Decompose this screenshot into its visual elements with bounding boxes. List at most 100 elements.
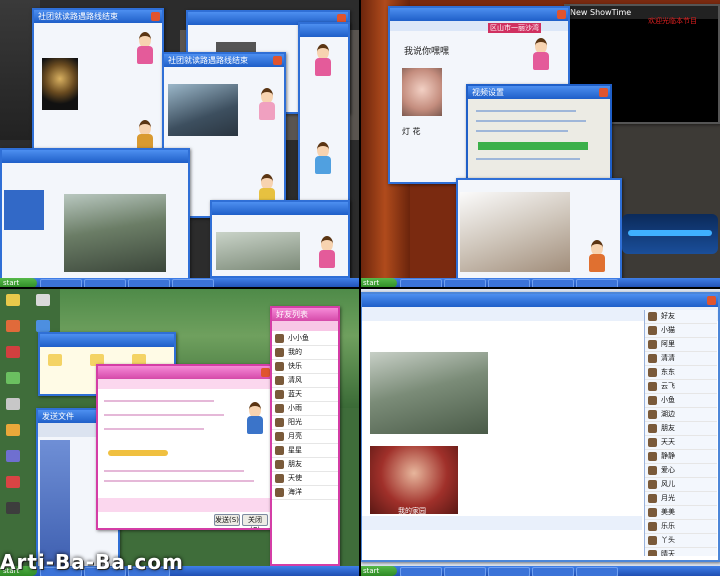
taskbar: start — [360, 566, 720, 576]
list-item[interactable]: 朋友 — [272, 458, 338, 472]
list-item[interactable]: 星星 — [272, 444, 338, 458]
list-item[interactable]: 爱心 — [645, 464, 717, 478]
desktop-icon[interactable] — [6, 476, 20, 488]
chat-window-6[interactable] — [210, 200, 350, 278]
buddy-list: 小小鱼 我的 快乐 清风 蓝天 小雨 阳光 月亮 星星 朋友 天使 海洋 — [272, 332, 338, 500]
list-item[interactable]: 静静 — [645, 450, 717, 464]
close-button[interactable]: 关闭(C) — [242, 514, 268, 528]
desktop-icon[interactable] — [36, 320, 50, 332]
taskbar-item[interactable] — [444, 567, 486, 576]
taskbar-item[interactable] — [532, 567, 574, 576]
kungfu-photo — [168, 84, 238, 136]
member-list: 好友 小猫 阿里 清清 东东 云飞 小鱼 湖边 朋友 天天 静静 爱心 风儿 月… — [644, 310, 717, 556]
close-icon[interactable] — [151, 12, 160, 21]
chat-window-6-titlebar[interactable] — [212, 202, 348, 215]
close-icon[interactable] — [707, 296, 716, 305]
list-item[interactable]: 丫头 — [645, 534, 717, 548]
desktop-icon[interactable] — [6, 424, 20, 436]
list-item[interactable]: 月光 — [645, 492, 717, 506]
quadrant-bottom-left: 发送文件 发送(S) 关闭(C) 好友列表 小小鱼 我的 快乐 清风 蓝天 小雨… — [0, 288, 360, 576]
list-item[interactable]: 晴天 — [645, 548, 717, 556]
list-item[interactable]: 小鱼 — [645, 394, 717, 408]
list-item[interactable]: 阿里 — [645, 338, 717, 352]
skull-avatar-image — [42, 58, 78, 110]
quadrant-divider — [0, 287, 720, 289]
chat-window-5-titlebar[interactable] — [2, 150, 188, 163]
chat-window-1[interactable]: 社团就读路遇路线结束 — [32, 8, 164, 164]
list-item[interactable]: 天使 — [272, 472, 338, 486]
chat-small-text: 灯 花 — [402, 127, 421, 136]
desktop-icon[interactable] — [6, 320, 20, 332]
list-item[interactable]: 海洋 — [272, 486, 338, 500]
list-item[interactable]: 云飞 — [645, 380, 717, 394]
buddy-list-titlebar[interactable]: 好友列表 — [272, 308, 338, 321]
doll-avatar — [312, 142, 334, 176]
doll-avatar — [316, 236, 338, 270]
desktop-icon[interactable] — [36, 294, 50, 306]
list-item[interactable]: 风儿 — [645, 478, 717, 492]
list-item[interactable]: 小猫 — [645, 324, 717, 338]
list-item[interactable]: 乐乐 — [645, 520, 717, 534]
doll-avatar — [530, 38, 552, 72]
watermark-logo: Arti-Ba-Ba.com — [0, 550, 184, 574]
buddy-list-window[interactable]: 好友列表 小小鱼 我的 快乐 清风 蓝天 小雨 阳光 月亮 星星 朋友 天使 海… — [270, 306, 340, 566]
chat-window-3-title: 社团就读路遇路线结束 — [168, 56, 248, 65]
desktop-icon[interactable] — [6, 398, 20, 410]
settings-dialog-title: 视频设置 — [472, 88, 504, 97]
chat-window-5[interactable] — [0, 148, 190, 280]
group-chat-titlebar[interactable] — [362, 294, 718, 307]
video-window-lower[interactable] — [456, 178, 622, 280]
list-item[interactable]: 好友 — [645, 310, 717, 324]
taskbar-item[interactable] — [576, 567, 618, 576]
list-item[interactable]: 湖边 — [645, 408, 717, 422]
explorer-titlebar[interactable] — [40, 334, 174, 347]
chat-window-4-titlebar[interactable] — [300, 24, 348, 37]
desktop-icon[interactable] — [6, 502, 20, 514]
close-icon[interactable] — [557, 10, 566, 19]
list-item[interactable]: 蓝天 — [272, 388, 338, 402]
emoticon-row[interactable] — [108, 450, 168, 456]
list-item[interactable]: 快乐 — [272, 360, 338, 374]
list-item[interactable]: 东东 — [645, 366, 717, 380]
list-item[interactable]: 小小鱼 — [272, 332, 338, 346]
baby-photo — [402, 68, 442, 116]
media-player[interactable] — [622, 214, 718, 254]
desktop-icon[interactable] — [6, 294, 20, 306]
list-item[interactable]: 月亮 — [272, 430, 338, 444]
portrait-photo — [370, 446, 458, 514]
settings-dialog-titlebar[interactable]: 视频设置 — [468, 86, 610, 99]
taskbar-item[interactable] — [488, 567, 530, 576]
doll-avatar — [256, 88, 278, 122]
list-item[interactable]: 美美 — [645, 506, 717, 520]
kungfu-photo — [216, 232, 300, 270]
desktop-icon[interactable] — [6, 372, 20, 384]
file-transfer-title: 发送文件 — [42, 412, 74, 421]
pink-chat-titlebar[interactable] — [98, 366, 272, 379]
video-feed — [460, 192, 570, 272]
list-item[interactable]: 朋友 — [645, 422, 717, 436]
desktop-icon[interactable] — [6, 346, 20, 358]
taskbar-item[interactable] — [400, 567, 442, 576]
doll-avatar — [586, 240, 608, 274]
start-button[interactable]: start — [360, 566, 397, 576]
list-item[interactable]: 清风 — [272, 374, 338, 388]
group-chat-window[interactable]: 我的家园 好友 小猫 阿里 清清 东东 云飞 小鱼 湖边 朋友 天天 静静 爱心… — [360, 292, 720, 562]
list-item[interactable]: 小雨 — [272, 402, 338, 416]
close-icon[interactable] — [273, 56, 282, 65]
desktop-icon[interactable] — [6, 450, 20, 462]
list-item[interactable]: 我的 — [272, 346, 338, 360]
showtime-title: New ShowTime — [570, 8, 632, 17]
chat-window-3-titlebar[interactable]: 社团就读路遇路线结束 — [164, 54, 284, 67]
close-icon[interactable] — [261, 368, 270, 377]
list-item[interactable]: 天天 — [645, 436, 717, 450]
chat-header-text: 区山市一丽沙湾 — [488, 23, 541, 33]
list-item[interactable]: 清清 — [645, 352, 717, 366]
seek-bar[interactable] — [628, 230, 712, 236]
send-button[interactable]: 发送(S) — [214, 514, 240, 526]
list-item[interactable]: 阳光 — [272, 416, 338, 430]
video-chat-titlebar[interactable] — [390, 8, 568, 21]
chat-window-1-titlebar[interactable]: 社团就读路遇路线结束 — [34, 10, 162, 23]
chat-message: 我说你嘿嘿 — [404, 47, 450, 57]
pink-chat-window[interactable]: 发送(S) 关闭(C) — [96, 364, 274, 530]
close-icon[interactable] — [599, 88, 608, 97]
